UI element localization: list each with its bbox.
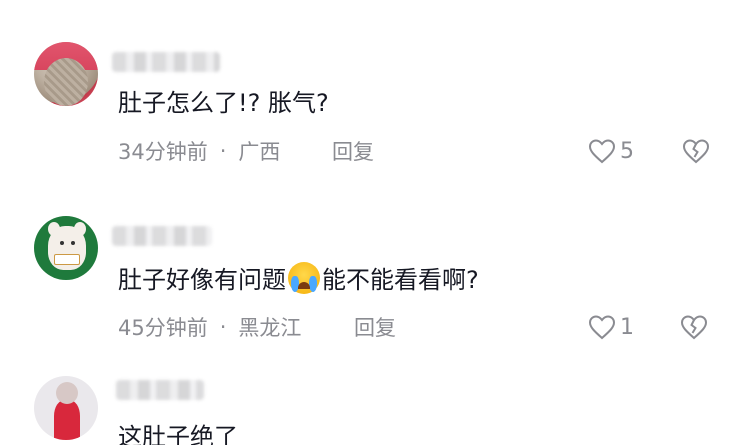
avatar[interactable]: [34, 376, 98, 440]
username-blurred[interactable]: [116, 380, 204, 400]
avatar-figure: [54, 400, 80, 440]
comment-item: 这肚子绝了: [0, 0, 743, 445]
avatar-head: [56, 382, 78, 404]
comment-text: 这肚子绝了: [118, 423, 238, 445]
